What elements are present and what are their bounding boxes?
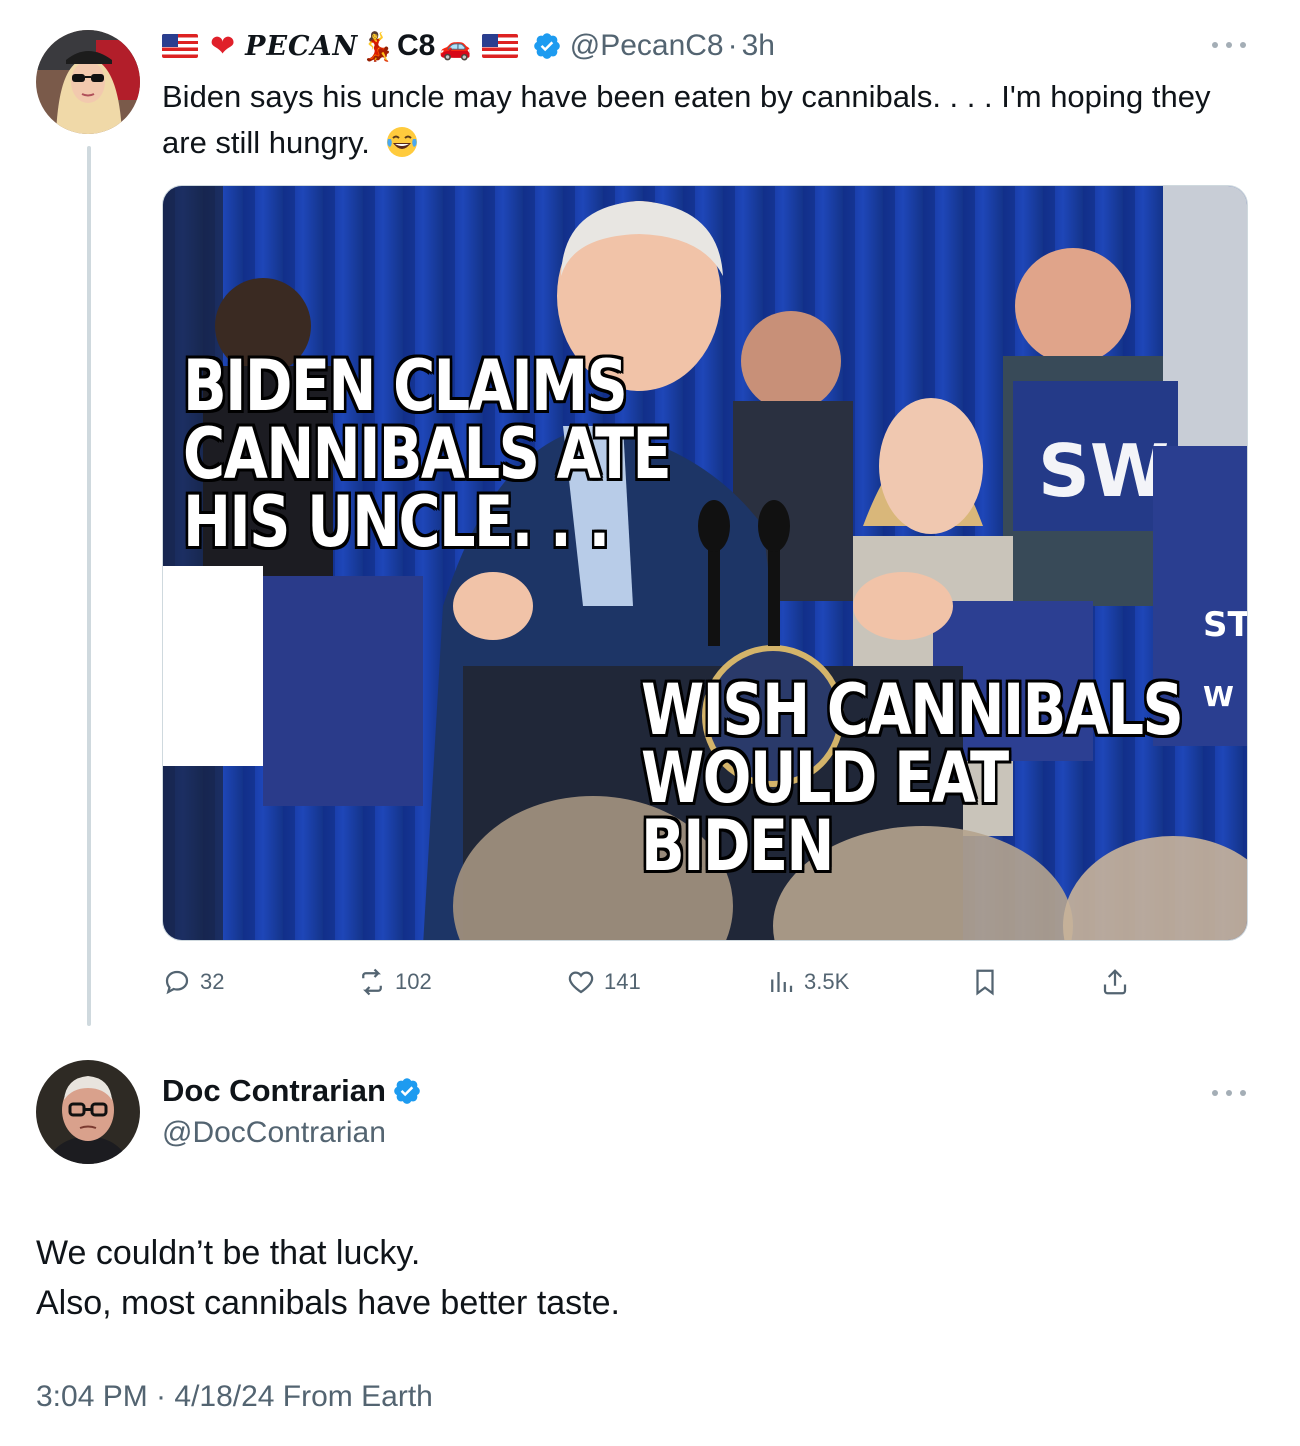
tweet1-action-bar: 32 102 141 3.5K: [162, 960, 1162, 1004]
us-flag-icon: [481, 34, 518, 58]
verified-badge-icon: [533, 33, 560, 59]
share-button[interactable]: [1100, 960, 1138, 1004]
us-flag-icon: [162, 34, 198, 58]
reply-count: 32: [200, 969, 225, 994]
tweet1-text: Biden says his uncle may have been eaten…: [162, 74, 1242, 166]
tweet2-line1: We couldn’t be that lucky.: [36, 1234, 421, 1272]
tweet1-handle[interactable]: @PecanC8: [570, 29, 724, 63]
meme-caption-bottom: Wish cannibals would eat Biden: [641, 669, 1184, 887]
share-icon: [1103, 969, 1127, 995]
bookmark-button[interactable]: [970, 960, 1008, 1004]
tweet1-time[interactable]: 3h: [742, 29, 775, 63]
bookmark-icon: [976, 969, 994, 996]
like-count: 141: [604, 969, 641, 994]
tweet2-line2: Also, most cannibals have better taste.: [36, 1284, 620, 1322]
repost-button[interactable]: 102: [357, 960, 432, 1004]
tweet2-display-name[interactable]: Doc Contrarian: [162, 1073, 430, 1109]
svg-text:ST: ST: [1203, 605, 1248, 645]
reply-button[interactable]: 32: [162, 960, 224, 1004]
tweet1-body: Biden says his uncle may have been eaten…: [162, 79, 1211, 160]
tweet2-timestamp[interactable]: 3:04 PM · 4/18/24 From Earth: [36, 1380, 433, 1414]
dancer-icon: 💃: [360, 30, 396, 62]
more-icon[interactable]: [1212, 1088, 1246, 1098]
repost-icon: [362, 968, 382, 996]
more-icon[interactable]: [1212, 40, 1246, 50]
verified-badge-icon: [394, 1078, 420, 1104]
views-icon: [771, 972, 793, 992]
thread-connector-line: [87, 146, 91, 1026]
views-button[interactable]: 3.5K: [766, 960, 849, 1004]
display-name: Doc Contrarian: [162, 1073, 386, 1108]
like-icon: [568, 971, 594, 994]
display-name-part[interactable]: C8: [397, 29, 435, 63]
separator-dot: ·: [727, 29, 738, 62]
reply-icon: [165, 970, 189, 995]
svg-text:SW: SW: [1038, 429, 1169, 513]
tweet1-header: ❤ PECAN 💃 C8 🚗 @PecanC8 · 3h: [162, 26, 775, 66]
red-heart-icon: ❤: [210, 29, 236, 63]
like-button[interactable]: 141: [566, 960, 641, 1004]
meme-caption-top: Biden claims cannibals ate his uncle. . …: [183, 345, 672, 563]
tears-of-joy-emoji-icon: [386, 127, 417, 157]
avatar-pecanc8[interactable]: [36, 30, 140, 134]
display-name-part[interactable]: PECAN: [245, 31, 358, 62]
car-icon: 🚗: [439, 30, 472, 61]
avatar-doccontrarian[interactable]: [36, 1060, 140, 1164]
repost-count: 102: [395, 969, 432, 994]
tweet2-handle[interactable]: @DocContrarian: [162, 1116, 386, 1150]
tweet2-text: We couldn’t be that lucky. Also, most ca…: [36, 1228, 620, 1328]
tweet1-image[interactable]: SW ST W Biden claims cannibals ate his u…: [162, 185, 1248, 941]
views-count: 3.5K: [804, 969, 850, 994]
